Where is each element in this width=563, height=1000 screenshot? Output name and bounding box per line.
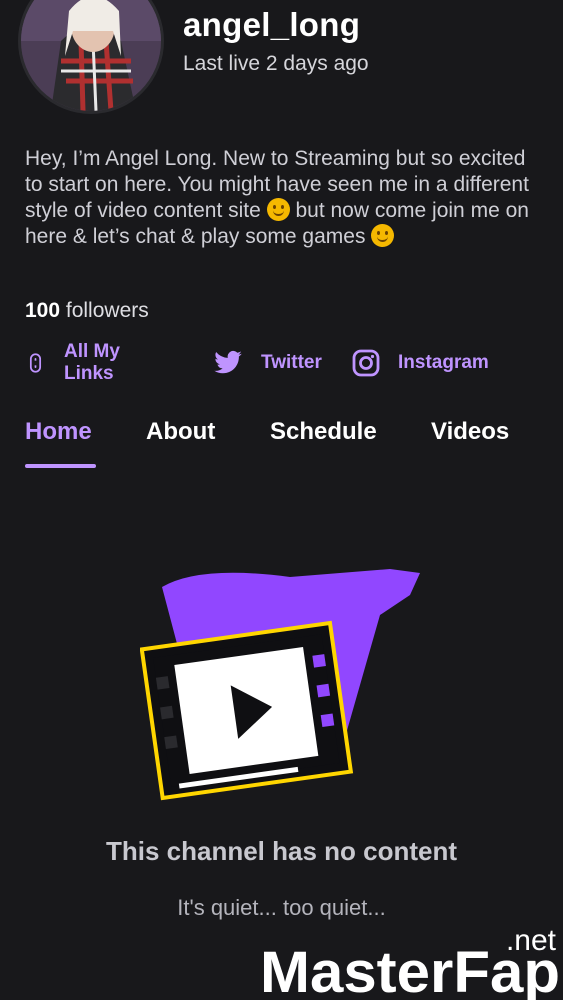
channel-tabs: Home About Schedule Videos <box>25 418 555 470</box>
avatar[interactable] <box>18 0 164 114</box>
active-tab-indicator <box>25 464 96 468</box>
link-icon <box>29 353 42 373</box>
channel-bio: Hey, I’m Angel Long. New to Streaming bu… <box>25 146 545 250</box>
link-instagram[interactable]: Instagram <box>352 343 489 383</box>
tab-videos[interactable]: Videos <box>431 418 509 446</box>
empty-state-subtitle: It's quiet... too quiet... <box>177 895 386 920</box>
film-play-icon <box>140 569 420 801</box>
tab-home[interactable]: Home <box>25 418 92 446</box>
followers-label: followers <box>60 299 149 322</box>
link-label: Instagram <box>398 352 489 373</box>
link-twitter[interactable]: Twitter <box>213 343 322 383</box>
link-label: Twitter <box>261 352 322 373</box>
tab-schedule[interactable]: Schedule <box>270 418 377 446</box>
empty-state-title: This channel has no content <box>105 836 458 866</box>
twitter-icon <box>214 350 242 374</box>
smile-emoji-icon <box>371 224 395 247</box>
last-live-status: Last live 2 days ago <box>183 52 369 75</box>
site-watermark: .net MasterFap <box>260 924 560 1000</box>
followers-number: 100 <box>25 299 61 322</box>
avatar-image <box>21 0 161 111</box>
link-all-my-links[interactable]: All My Links <box>25 341 129 384</box>
wink-emoji-icon <box>266 198 290 221</box>
link-label: All My Links <box>63 341 120 384</box>
tab-about[interactable]: About <box>146 418 215 446</box>
watermark-brand: MasterFap <box>260 940 560 1000</box>
instagram-icon <box>352 349 380 377</box>
channel-username: angel_long <box>183 6 361 43</box>
follower-count: 100 followers <box>25 299 149 323</box>
